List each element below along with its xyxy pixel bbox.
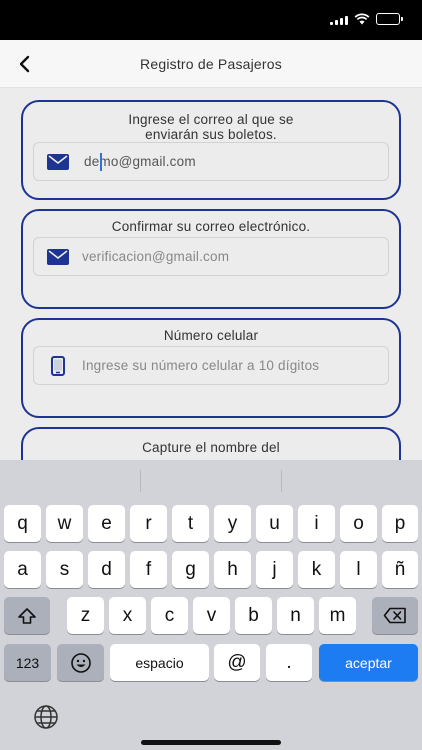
key-w[interactable]: w (46, 505, 83, 542)
key-s[interactable]: s (46, 551, 83, 588)
key-q[interactable]: q (4, 505, 41, 542)
key-m[interactable]: m (319, 597, 356, 634)
email-card: Ingrese el correo al que se enviarán sus… (21, 100, 401, 200)
battery-icon (376, 13, 403, 25)
email-input[interactable] (82, 154, 388, 169)
key-d[interactable]: d (88, 551, 125, 588)
key-r[interactable]: r (130, 505, 167, 542)
shift-icon (18, 607, 36, 624)
confirm-email-label: Confirmar su correo electrónico. (111, 219, 311, 234)
phone-input[interactable] (82, 358, 388, 373)
mail-icon (34, 248, 82, 265)
phone-label: Número celular (163, 328, 259, 343)
emoji-icon (70, 652, 91, 673)
phone-card: Número celular (21, 318, 401, 418)
at-key[interactable]: @ (214, 644, 260, 681)
key-z[interactable]: z (67, 597, 104, 634)
key-a[interactable]: a (4, 551, 41, 588)
dot-key[interactable]: . (266, 644, 312, 681)
keyboard: q w e r t y u i o p a s d f g h j k l ñ … (0, 460, 422, 750)
shift-key[interactable] (4, 597, 50, 634)
email-field[interactable] (33, 142, 389, 181)
confirm-email-input[interactable] (82, 249, 388, 264)
key-enye[interactable]: ñ (382, 551, 418, 588)
key-o[interactable]: o (340, 505, 377, 542)
key-t[interactable]: t (172, 505, 209, 542)
key-k[interactable]: k (298, 551, 335, 588)
status-bar (0, 0, 422, 40)
suggestion-bar[interactable] (0, 460, 422, 502)
key-u[interactable]: u (256, 505, 293, 542)
key-p[interactable]: p (382, 505, 418, 542)
status-icons (330, 13, 403, 25)
key-n[interactable]: n (277, 597, 314, 634)
phone-icon (34, 355, 82, 376)
numbers-key[interactable]: 123 (4, 644, 51, 681)
text-cursor (100, 153, 102, 171)
key-e[interactable]: e (88, 505, 125, 542)
key-row-3: z x c v b n m (0, 597, 422, 634)
space-key[interactable]: espacio (110, 644, 209, 681)
key-i[interactable]: i (298, 505, 335, 542)
nav-bar: Registro de Pasajeros (0, 40, 422, 88)
key-row-4: 123 espacio @ . aceptar (0, 644, 422, 681)
email-label: Ingrese el correo al que se enviarán sus… (128, 112, 294, 142)
emoji-key[interactable] (57, 644, 104, 681)
confirm-email-card: Confirmar su correo electrónico. (21, 209, 401, 309)
form-content: Ingrese el correo al que se enviarán sus… (0, 88, 422, 460)
key-row-2: a s d f g h j k l ñ (0, 551, 422, 588)
accept-key[interactable]: aceptar (319, 644, 418, 681)
globe-icon[interactable] (32, 703, 60, 731)
key-y[interactable]: y (214, 505, 251, 542)
key-g[interactable]: g (172, 551, 209, 588)
key-b[interactable]: b (235, 597, 272, 634)
wifi-icon (354, 13, 370, 25)
key-c[interactable]: c (151, 597, 188, 634)
delete-key[interactable] (372, 597, 418, 634)
key-x[interactable]: x (109, 597, 146, 634)
signal-icon (330, 14, 348, 25)
key-v[interactable]: v (193, 597, 230, 634)
backspace-icon (383, 607, 406, 624)
name-label: Capture el nombre del (142, 440, 280, 455)
key-f[interactable]: f (130, 551, 167, 588)
key-h[interactable]: h (214, 551, 251, 588)
page-title: Registro de Pasajeros (140, 56, 282, 72)
key-row-1: q w e r t y u i o p (0, 505, 422, 542)
key-j[interactable]: j (256, 551, 293, 588)
name-card: Capture el nombre del (21, 427, 401, 460)
key-l[interactable]: l (340, 551, 377, 588)
home-indicator (141, 740, 281, 745)
confirm-email-field[interactable] (33, 237, 389, 276)
mail-icon (34, 153, 82, 170)
phone-field[interactable] (33, 346, 389, 385)
